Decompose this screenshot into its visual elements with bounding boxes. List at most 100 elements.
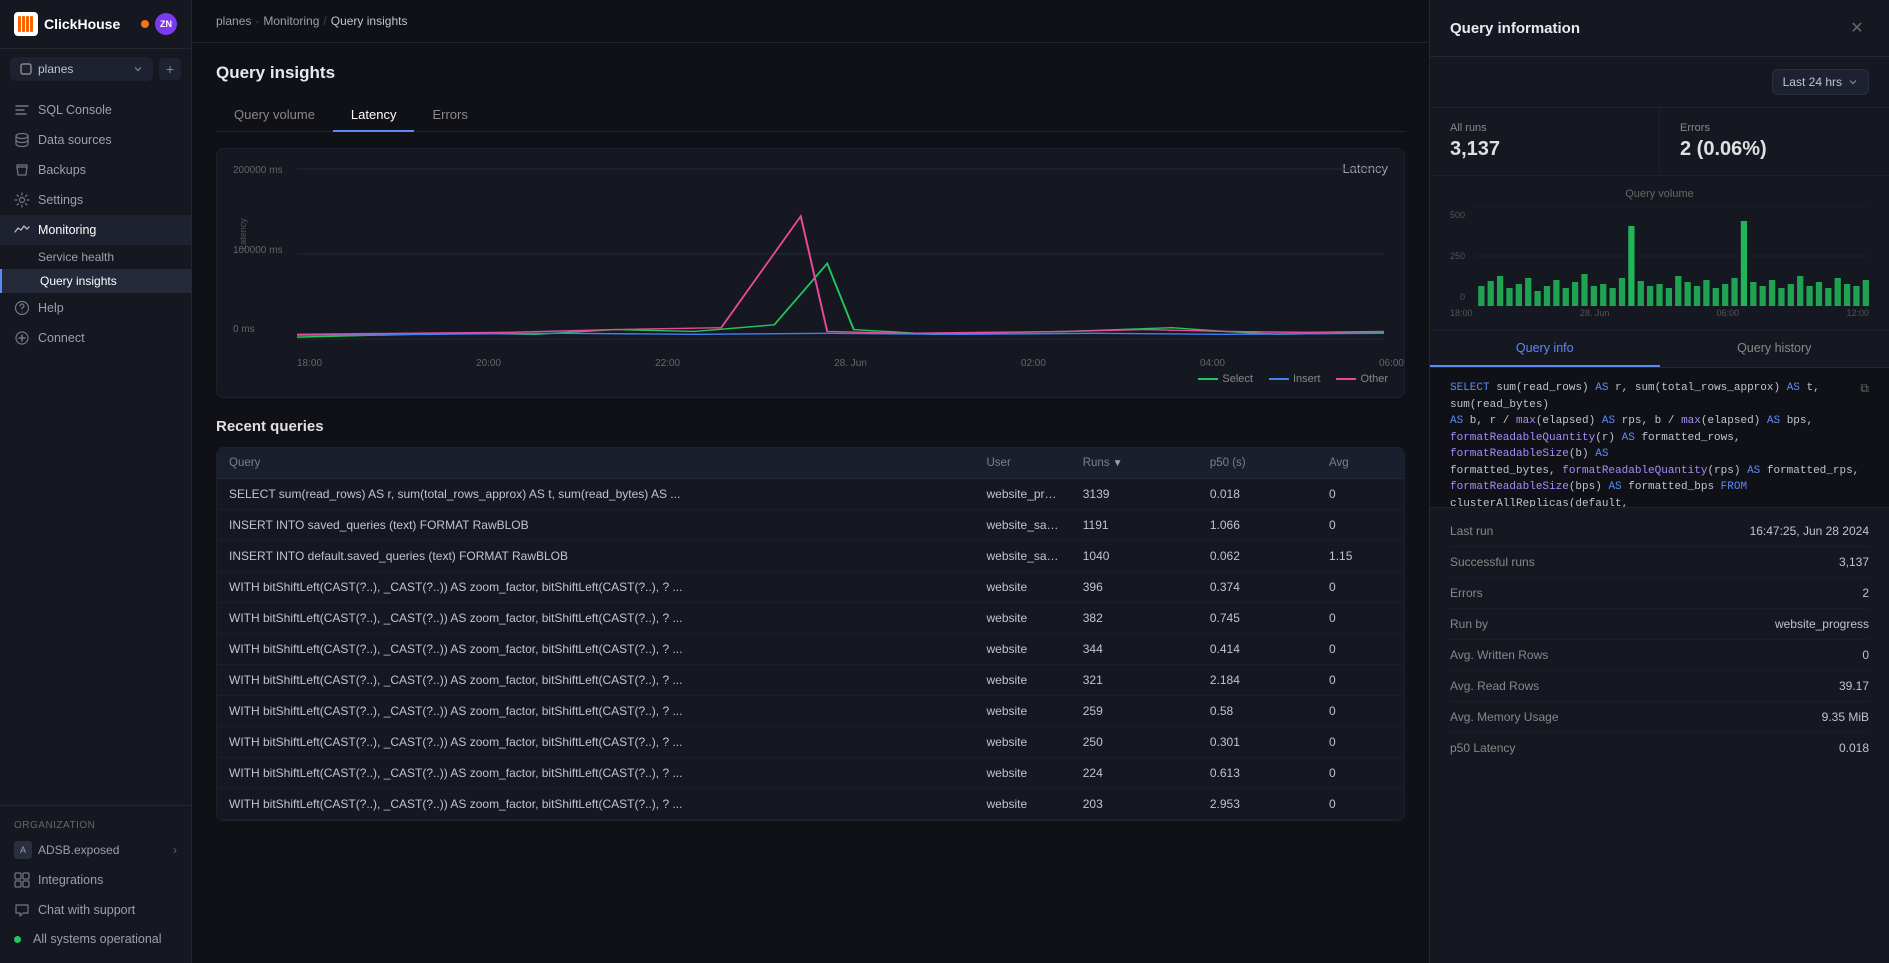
mini-chart: Query volume 500 250 0 [1430, 176, 1889, 331]
cell-avg: 0 [1317, 696, 1404, 727]
cell-p50: 2.184 [1198, 665, 1317, 696]
cell-avg: 0 [1317, 572, 1404, 603]
table-row[interactable]: INSERT INTO default.saved_queries (text)… [217, 541, 1404, 572]
sidebar-item-query-insights[interactable]: Query insights [0, 269, 191, 293]
sidebar-item-backups[interactable]: Backups [0, 155, 191, 185]
latency-chart: Latency 200000 ms 100000 ms 0 ms Latency [216, 148, 1405, 398]
tab-latency[interactable]: Latency [333, 99, 415, 132]
cell-avg: 0 [1317, 665, 1404, 696]
cell-user: website [975, 696, 1071, 727]
cell-user: website [975, 634, 1071, 665]
sidebar-item-integrations[interactable]: Integrations [0, 865, 191, 895]
logo-icon [14, 12, 38, 36]
sidebar-item-connect[interactable]: Connect [0, 323, 191, 353]
chevron-down-icon [1848, 77, 1858, 87]
info-row: Avg. Written Rows 0 [1450, 640, 1869, 671]
header-controls: ZN [141, 13, 177, 35]
cell-query: WITH bitShiftLeft(CAST(?..), _CAST(?..))… [217, 634, 975, 665]
info-row: Run by website_progress [1450, 609, 1869, 640]
info-rows: Last run 16:47:25, Jun 28 2024 Successfu… [1430, 508, 1889, 771]
table-row[interactable]: WITH bitShiftLeft(CAST(?..), _CAST(?..))… [217, 758, 1404, 789]
sidebar-bottom: Organization A ADSB.exposed › Integratio… [0, 805, 191, 963]
chart-legend: Select Insert Other [1198, 373, 1388, 385]
sidebar-item-monitoring[interactable]: Monitoring [0, 215, 191, 245]
cell-user: website_saved_queries [975, 541, 1071, 572]
main-content: planes - Monitoring / Query insights Que… [192, 0, 1429, 963]
cell-avg: 0 [1317, 479, 1404, 510]
tab-errors[interactable]: Errors [414, 99, 485, 132]
cell-avg: 0 [1317, 634, 1404, 665]
workspace-selector[interactable]: planes + [0, 49, 191, 89]
chart-tabs: Query volume Latency Errors [216, 99, 1405, 132]
cell-user: website [975, 727, 1071, 758]
sidebar-item-data-sources[interactable]: Data sources [0, 125, 191, 155]
status-dot [141, 20, 149, 28]
cell-user: website [975, 758, 1071, 789]
cell-runs: 382 [1071, 603, 1198, 634]
cell-query: SELECT sum(read_rows) AS r, sum(total_ro… [217, 479, 975, 510]
cell-p50: 0.374 [1198, 572, 1317, 603]
y-axis-label: Latency [238, 218, 248, 250]
sidebar-header: ClickHouse ZN [0, 0, 191, 49]
nav-section: SQL Console Data sources Backups Setting… [0, 89, 191, 359]
cell-p50: 1.066 [1198, 510, 1317, 541]
sidebar: ClickHouse ZN planes + SQL Console Data … [0, 0, 192, 963]
cell-query: WITH bitShiftLeft(CAST(?..), _CAST(?..))… [217, 603, 975, 634]
sidebar-item-chat-support[interactable]: Chat with support [0, 895, 191, 925]
cell-avg: 0 [1317, 758, 1404, 789]
org-chevron: › [173, 843, 177, 857]
table-row[interactable]: WITH bitShiftLeft(CAST(?..), _CAST(?..))… [217, 727, 1404, 758]
page-title: Query insights [216, 63, 1405, 83]
col-runs: Runs▼ [1071, 448, 1198, 479]
copy-button[interactable]: ⧉ [1860, 380, 1869, 398]
cell-user: website_progress [975, 479, 1071, 510]
tab-query-volume[interactable]: Query volume [216, 99, 333, 132]
cell-query: INSERT INTO saved_queries (text) FORMAT … [217, 510, 975, 541]
recent-queries-title: Recent queries [216, 418, 1405, 435]
table-row[interactable]: SELECT sum(read_rows) AS r, sum(total_ro… [217, 479, 1404, 510]
table-row[interactable]: WITH bitShiftLeft(CAST(?..), _CAST(?..))… [217, 572, 1404, 603]
add-workspace-button[interactable]: + [159, 58, 181, 80]
sidebar-item-settings[interactable]: Settings [0, 185, 191, 215]
panel-tabs: Query info Query history [1430, 331, 1889, 368]
col-user: User [975, 448, 1071, 479]
time-range-select[interactable]: Last 24 hrs [1772, 69, 1869, 95]
org-selector[interactable]: A ADSB.exposed › [0, 835, 191, 865]
cell-user: website [975, 572, 1071, 603]
table-row[interactable]: WITH bitShiftLeft(CAST(?..), _CAST(?..))… [217, 665, 1404, 696]
table-row[interactable]: WITH bitShiftLeft(CAST(?..), _CAST(?..))… [217, 789, 1404, 820]
workspace-box[interactable]: planes [10, 57, 153, 81]
sidebar-item-service-health[interactable]: Service health [0, 245, 191, 269]
sidebar-item-help[interactable]: Help [0, 293, 191, 323]
cell-user: website [975, 665, 1071, 696]
cell-p50: 0.018 [1198, 479, 1317, 510]
avatar[interactable]: ZN [155, 13, 177, 35]
y-axis: 200000 ms 100000 ms 0 ms [233, 165, 282, 335]
errors-stat: Errors 2 (0.06%) [1659, 108, 1889, 175]
sidebar-item-sql-console[interactable]: SQL Console [0, 95, 191, 125]
cell-runs: 3139 [1071, 479, 1198, 510]
systems-status-dot [14, 936, 21, 943]
cell-query: WITH bitShiftLeft(CAST(?..), _CAST(?..))… [217, 727, 975, 758]
cell-p50: 0.062 [1198, 541, 1317, 572]
tab-query-info[interactable]: Query info [1430, 331, 1660, 367]
info-row: Last run 16:47:25, Jun 28 2024 [1450, 516, 1869, 547]
info-row: Avg. Memory Usage 9.35 MiB [1450, 702, 1869, 733]
cell-avg: 0 [1317, 510, 1404, 541]
close-button[interactable]: ✕ [1845, 16, 1869, 40]
table-row[interactable]: WITH bitShiftLeft(CAST(?..), _CAST(?..))… [217, 696, 1404, 727]
cell-runs: 1040 [1071, 541, 1198, 572]
cell-query: WITH bitShiftLeft(CAST(?..), _CAST(?..))… [217, 696, 975, 727]
table-row[interactable]: INSERT INTO saved_queries (text) FORMAT … [217, 510, 1404, 541]
tab-query-history[interactable]: Query history [1660, 331, 1889, 367]
col-p50: p50 (s) [1198, 448, 1317, 479]
x-axis: 18:00 20:00 22:00 28. Jun 02:00 04:00 06… [297, 358, 1404, 369]
queries-table: Query User Runs▼ p50 (s) Avg SELECT sum(… [216, 447, 1405, 821]
cell-p50: 0.58 [1198, 696, 1317, 727]
panel-title: Query information [1450, 20, 1580, 37]
table-row[interactable]: WITH bitShiftLeft(CAST(?..), _CAST(?..))… [217, 634, 1404, 665]
cell-p50: 0.414 [1198, 634, 1317, 665]
cell-query: WITH bitShiftLeft(CAST(?..), _CAST(?..))… [217, 665, 975, 696]
cell-query: INSERT INTO default.saved_queries (text)… [217, 541, 975, 572]
table-row[interactable]: WITH bitShiftLeft(CAST(?..), _CAST(?..))… [217, 603, 1404, 634]
